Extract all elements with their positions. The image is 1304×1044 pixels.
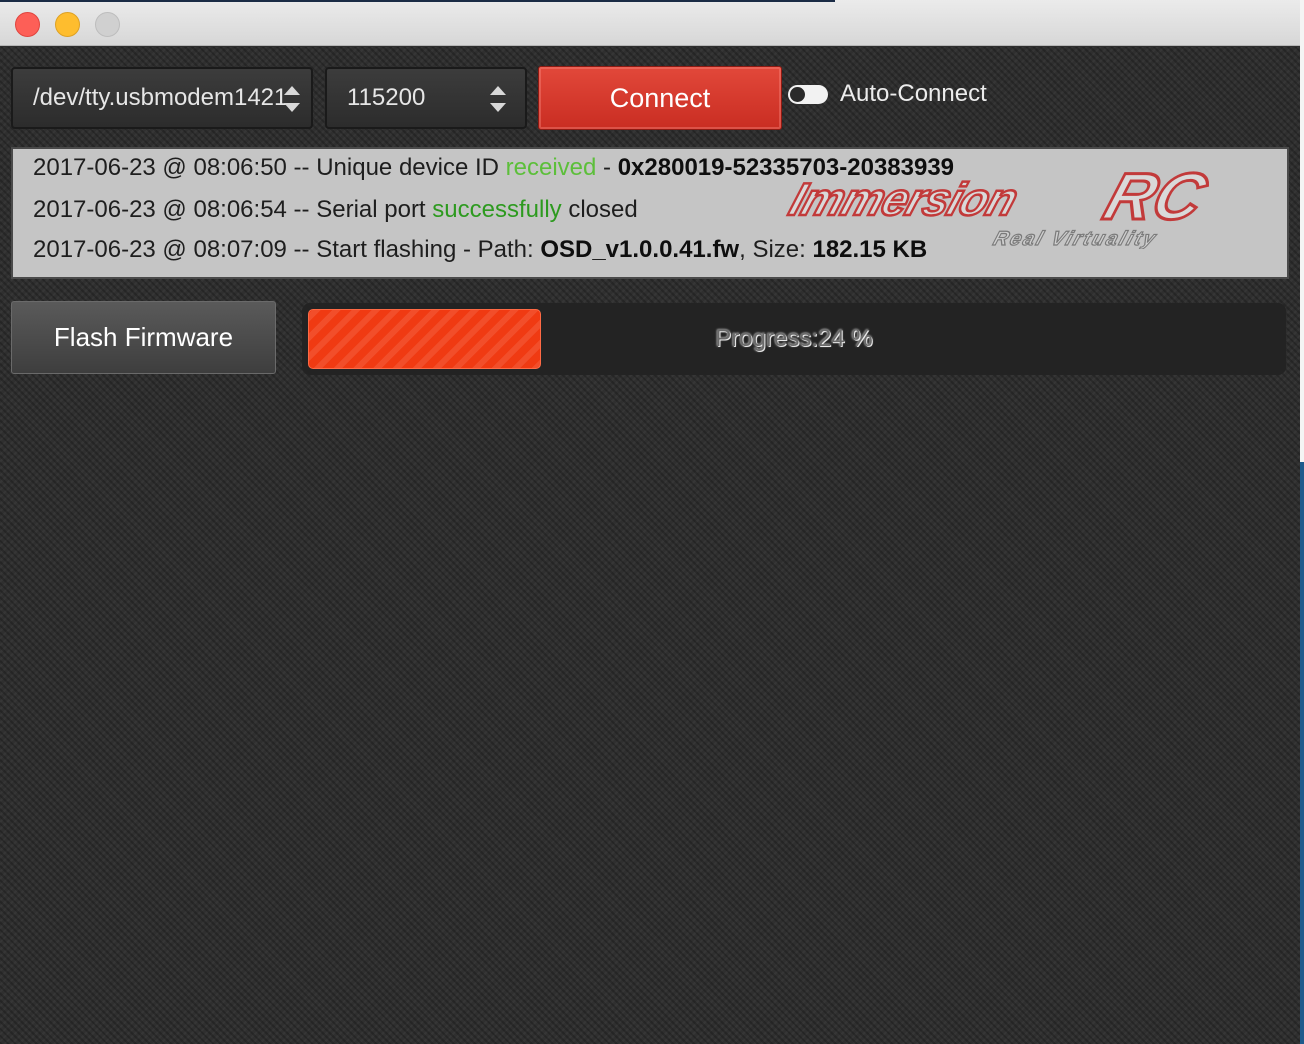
background-window-edge [1300,462,1304,1044]
title-bar [0,0,1300,46]
log-line: 2017-06-23 @ 08:06:50 -- Unique device I… [33,154,954,182]
minimize-window-button[interactable] [55,12,80,37]
toggle-knob [790,87,805,102]
serial-port-select[interactable]: /dev/tty.usbmodem1421 [11,67,313,129]
background-edge [1300,0,1304,1044]
progress-label: Progress:24 % [715,325,873,352]
log-status-received: received [505,154,597,181]
auto-connect-toggle[interactable] [788,85,828,104]
svg-text:Real Virtuality: Real Virtuality [990,227,1160,249]
svg-text:RC: RC [1096,161,1216,234]
log-timestamp: 2017-06-23 @ 08:06:50 -- [33,154,317,181]
log-text: Start flashing - Path: [316,236,541,263]
progress-bar: Progress:24 % [302,303,1286,375]
app-window: /dev/tty.usbmodem1421 115200 Connect Aut… [0,0,1300,1044]
log-line: 2017-06-23 @ 08:06:54 -- Serial port suc… [33,196,638,224]
baud-rate-select[interactable]: 115200 [325,67,527,129]
log-text: closed [561,196,638,223]
log-line: 2017-06-23 @ 08:07:09 -- Start flashing … [33,236,927,264]
title-bar-edge [0,0,835,2]
select-arrows-icon [283,86,301,112]
firmware-path-value: OSD_v1.0.0.41.fw [540,236,740,263]
flash-firmware-button[interactable]: Flash Firmware [11,301,276,374]
log-text: , Size: [739,236,813,263]
log-text: Serial port [316,196,433,223]
log-text: Unique device ID [316,154,506,181]
select-arrows-icon [489,86,507,112]
close-window-button[interactable] [15,12,40,37]
connect-button[interactable]: Connect [538,66,782,130]
serial-port-value: /dev/tty.usbmodem1421 [33,84,288,111]
log-status-successfully: successfully [432,196,562,223]
firmware-size-value: 182.15 KB [812,236,928,263]
auto-connect-label: Auto-Connect [840,80,987,107]
zoom-window-button[interactable] [95,12,120,37]
log-timestamp: 2017-06-23 @ 08:07:09 -- [33,236,317,263]
log-panel: Immersion RC Real Virtuality 2017-06-23 … [11,147,1289,279]
log-text: - [596,154,618,181]
baud-rate-value: 115200 [347,84,426,111]
device-id-value: 0x280019-52335703-20383939 [617,154,955,181]
log-timestamp: 2017-06-23 @ 08:06:54 -- [33,196,317,223]
